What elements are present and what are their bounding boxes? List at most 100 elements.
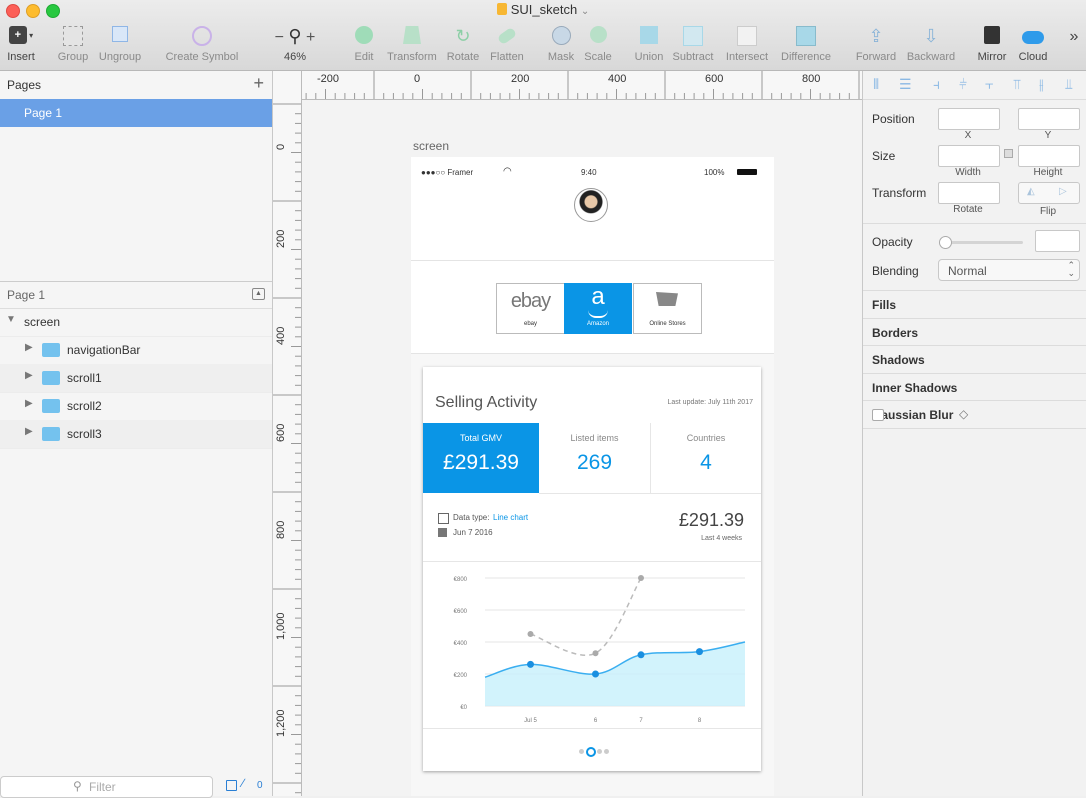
add-page-button[interactable]: + xyxy=(253,73,264,94)
line-chart[interactable]: €800 €600 €400 €200 €0 Jul 5 6 7 8 xyxy=(423,562,761,728)
tab-ebay[interactable]: ebay ebay xyxy=(496,283,565,334)
width-input[interactable] xyxy=(938,145,1000,167)
transform-button[interactable]: Transform xyxy=(384,26,440,63)
cloud-button[interactable]: Cloud xyxy=(1014,26,1052,63)
alignment-bar: ⦀ ☰ ⫞ ⫩ ⫟ ⫪ ⫲ ⫫ xyxy=(863,71,1086,100)
backward-button[interactable]: ⇩ Backward xyxy=(904,26,958,63)
layer-artboard[interactable]: ▼ screen xyxy=(0,308,272,337)
stat-total-gmv[interactable]: Total GMV £291.39 xyxy=(423,423,539,493)
selling-activity-card[interactable]: Selling Activity Last update: July 11th … xyxy=(423,367,761,771)
dashed-series-point xyxy=(638,575,644,581)
ruler-label: 600 xyxy=(275,423,287,442)
scale-button[interactable]: Scale xyxy=(580,26,616,63)
ruler-label: -200 xyxy=(317,73,340,85)
page-dot[interactable] xyxy=(579,749,584,754)
series-point xyxy=(637,651,645,659)
zoom-out-button[interactable]: − xyxy=(275,29,284,46)
tab-online-stores[interactable]: Online Stores xyxy=(633,283,702,334)
toolbar-overflow-button[interactable]: » xyxy=(1064,28,1084,46)
disclosure-closed-icon[interactable]: ▶ xyxy=(25,370,33,381)
blending-select[interactable]: Normal ⌃ ⌄ xyxy=(938,259,1080,281)
stat-countries[interactable]: Countries 4 xyxy=(651,423,761,494)
position-y-input[interactable] xyxy=(1018,108,1080,130)
disclosure-closed-icon[interactable]: ▶ xyxy=(25,398,33,409)
flatten-button[interactable]: Flatten xyxy=(486,26,528,63)
layer-group[interactable]: ▶ scroll2 xyxy=(0,392,272,421)
avatar[interactable] xyxy=(574,188,608,222)
x-tick-label: Jul 5 xyxy=(524,718,537,724)
zoom-control[interactable]: − ⚲ + 46% xyxy=(264,26,326,63)
symbols-filter-icon[interactable] xyxy=(226,780,237,791)
union-button[interactable]: Union xyxy=(630,26,668,63)
page-dot[interactable] xyxy=(597,749,602,754)
design-canvas[interactable]: screen ●●●○○ Framer ◠ 9:40 100% ebay eba… xyxy=(302,100,862,796)
series-point xyxy=(696,648,703,656)
borders-section[interactable]: Borders xyxy=(863,318,1086,346)
forward-button[interactable]: ⇪ Forward xyxy=(852,26,900,63)
disclosure-closed-icon[interactable]: ▶ xyxy=(25,426,33,437)
lock-icon[interactable] xyxy=(1004,149,1013,158)
flip-horizontal-icon[interactable]: ◭ xyxy=(1027,186,1035,197)
align-right-icon[interactable]: ⫟ xyxy=(985,76,993,93)
stat-listed-items[interactable]: Listed items 269 xyxy=(539,423,651,494)
align-bottom-icon[interactable]: ⫫ xyxy=(1065,76,1073,93)
group-button[interactable]: Group xyxy=(55,26,91,63)
distribute-vertical-icon[interactable]: ☰ xyxy=(899,76,912,93)
page-dot-active[interactable] xyxy=(586,747,596,757)
inner-shadows-section[interactable]: Inner Shadows xyxy=(863,373,1086,401)
page-item[interactable]: Page 1 xyxy=(0,99,272,127)
opacity-input[interactable] xyxy=(1035,230,1080,252)
align-left-icon[interactable]: ⫞ xyxy=(933,76,940,93)
layer-filter-input[interactable]: ⚲ Filter xyxy=(0,776,213,798)
intersect-button[interactable]: Intersect xyxy=(722,26,772,63)
zoom-in-button[interactable]: + xyxy=(306,29,315,46)
disclosure-closed-icon[interactable]: ▶ xyxy=(25,342,33,353)
flip-vertical-icon[interactable]: ▷ xyxy=(1059,186,1067,197)
scale-icon xyxy=(580,26,616,48)
height-input[interactable] xyxy=(1018,145,1080,167)
position-x-input[interactable] xyxy=(938,108,1000,130)
layer-group[interactable]: ▶ navigationBar xyxy=(0,336,272,365)
page-indicator[interactable] xyxy=(579,747,619,757)
opacity-slider-thumb[interactable] xyxy=(939,236,952,249)
chevron-down-icon[interactable]: ⌄ xyxy=(581,6,589,17)
blur-enabled-checkbox[interactable] xyxy=(872,409,884,421)
navigation-bar[interactable]: ●●●○○ Framer ◠ 9:40 100% xyxy=(411,157,774,261)
artboard-screen[interactable]: ●●●○○ Framer ◠ 9:40 100% ebay ebay a Ama… xyxy=(411,157,774,796)
vertical-ruler[interactable]: 0 200 400 600 800 1,000 1,200 xyxy=(273,99,302,796)
gaussian-blur-section[interactable]: Gaussian Blur ◇ xyxy=(863,400,1086,429)
union-icon xyxy=(630,26,668,48)
difference-button[interactable]: Difference xyxy=(776,26,836,63)
horizontal-ruler[interactable]: -200 0 200 400 600 800 xyxy=(273,71,862,100)
collapse-layers-icon[interactable]: ▲ xyxy=(252,288,265,300)
artboard-label[interactable]: screen xyxy=(413,139,449,153)
calendar-icon xyxy=(438,528,447,537)
align-top-icon[interactable]: ⫪ xyxy=(1013,76,1021,93)
mirror-button[interactable]: Mirror xyxy=(974,26,1010,63)
rotate-input[interactable] xyxy=(938,182,1000,204)
align-middle-icon[interactable]: ⫲ xyxy=(1039,76,1044,93)
align-center-icon[interactable]: ⫩ xyxy=(959,76,967,93)
rotate-button[interactable]: ↻ Rotate xyxy=(444,26,482,63)
chart-area[interactable]: €800 €600 €400 €200 €0 Jul 5 6 7 8 xyxy=(423,561,761,729)
blur-type-chevron-icon[interactable]: ◇ xyxy=(959,407,968,421)
create-symbol-button[interactable]: Create Symbol xyxy=(162,26,242,63)
page-dot[interactable] xyxy=(604,749,609,754)
opacity-slider[interactable] xyxy=(939,236,1023,249)
mask-button[interactable]: Mask xyxy=(544,26,578,63)
layer-group[interactable]: ▶ scroll1 xyxy=(0,364,272,393)
wifi-icon: ◠ xyxy=(503,166,512,177)
fills-section[interactable]: Fills xyxy=(863,290,1086,318)
shadows-section[interactable]: Shadows xyxy=(863,345,1086,373)
subtract-button[interactable]: Subtract xyxy=(670,26,716,63)
ungroup-button[interactable]: Ungroup xyxy=(97,26,143,63)
edited-filter-icon[interactable]: ∕ xyxy=(242,776,244,790)
document-title: SUI_sketch ⌄ xyxy=(0,2,1086,17)
tab-amazon[interactable]: a Amazon xyxy=(564,283,632,334)
layer-group[interactable]: ▶ scroll3 xyxy=(0,420,272,449)
distribute-horizontal-icon[interactable]: ⦀ xyxy=(873,76,879,93)
edit-button[interactable]: Edit xyxy=(348,26,380,63)
disclosure-open-icon[interactable]: ▼ xyxy=(6,314,16,325)
insert-button[interactable]: + ▾ Insert xyxy=(4,26,38,63)
data-type-link[interactable]: Line chart xyxy=(493,513,528,522)
